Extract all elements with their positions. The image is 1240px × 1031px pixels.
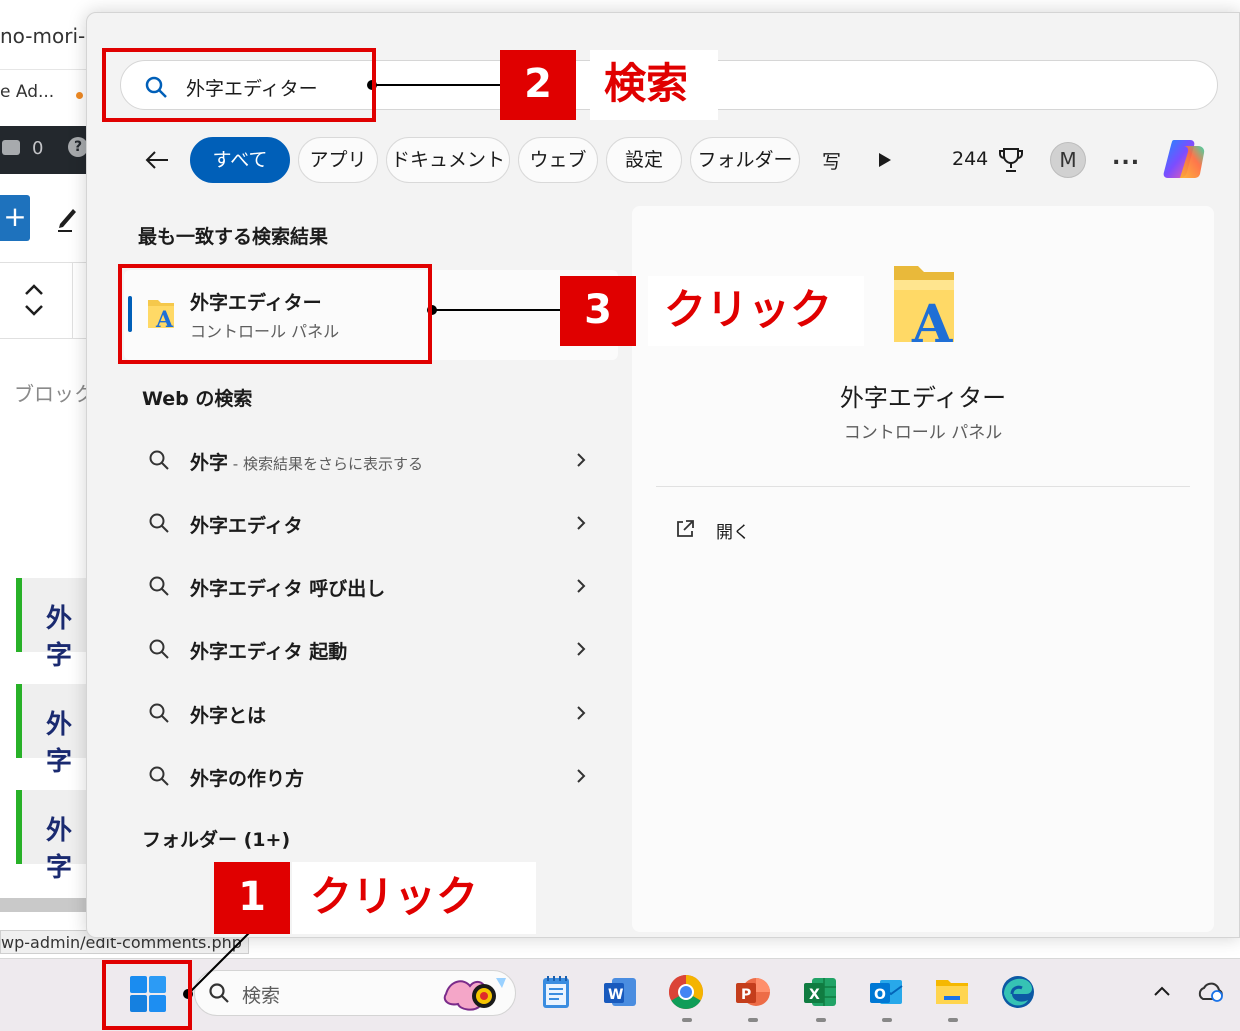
- running-indicator: [948, 1018, 958, 1022]
- add-block-button[interactable]: +: [0, 195, 30, 241]
- comment-count: 0: [32, 138, 44, 159]
- chevron-right-icon: [577, 516, 586, 530]
- web-result-row[interactable]: 外字エディタ: [128, 495, 618, 551]
- play-arrow-icon[interactable]: [876, 150, 894, 170]
- best-match-heading: 最も一致する検索結果: [138, 226, 329, 248]
- annotation-box-best-match: [118, 264, 432, 364]
- running-indicator: [882, 1018, 892, 1022]
- search-icon: [149, 450, 169, 470]
- step-3-label: クリック: [648, 276, 864, 346]
- copilot-icon[interactable]: [1160, 136, 1208, 182]
- onedrive-cloud-icon[interactable]: [1196, 980, 1226, 1004]
- annotation-box-start: [102, 960, 192, 1030]
- svg-text:W: W: [608, 987, 623, 1003]
- bookmark-item[interactable]: e Ad...: [0, 82, 54, 102]
- filter-chip-folders[interactable]: フォルダー: [690, 137, 800, 183]
- toolbar-divider: [0, 338, 86, 339]
- back-arrow-icon[interactable]: [142, 145, 172, 175]
- heading-block[interactable]: 外字: [16, 790, 86, 883]
- folders-heading: フォルダー (1+): [142, 829, 291, 851]
- filter-chip-photos[interactable]: 写: [822, 147, 850, 174]
- filter-chip-all[interactable]: すべて: [190, 137, 290, 183]
- web-result-row[interactable]: 外字エディタ 呼び出し: [128, 558, 618, 614]
- step-1-label: クリック: [292, 862, 536, 934]
- filter-chip-web[interactable]: ウェブ: [518, 137, 598, 183]
- heading-text: 外字: [46, 710, 73, 777]
- outlook-icon[interactable]: O: [866, 972, 906, 1012]
- filter-chip-documents[interactable]: ドキュメント: [386, 137, 510, 183]
- chrome-icon[interactable]: [666, 972, 706, 1012]
- notepad-icon[interactable]: [536, 972, 576, 1012]
- heading-block[interactable]: 外字: [16, 684, 86, 777]
- web-result-text: 外字エディタ 起動: [190, 641, 348, 663]
- bookmark-favicon: [76, 92, 83, 99]
- chevron-right-icon: [577, 453, 586, 467]
- web-result-row[interactable]: 外字 - 検索結果をさらに表示する: [128, 432, 618, 488]
- horizontal-scrollbar[interactable]: [0, 898, 86, 912]
- chevron-right-icon: [577, 579, 586, 593]
- toolbar-divider: [0, 262, 86, 263]
- step-2-label: 検索: [590, 50, 718, 120]
- pencil-icon[interactable]: [56, 202, 80, 232]
- chevron-right-icon: [577, 642, 586, 656]
- running-indicator: [682, 1018, 692, 1022]
- edge-icon[interactable]: [998, 972, 1038, 1012]
- search-icon: [149, 703, 169, 723]
- eudc-editor-large-icon: A: [894, 266, 954, 348]
- web-result-row[interactable]: 外字とは: [128, 685, 618, 741]
- comment-icon[interactable]: [2, 140, 20, 155]
- trophy-icon[interactable]: [998, 146, 1024, 174]
- web-search-heading: Web の検索: [142, 388, 253, 410]
- web-result-text: 外字の作り方: [190, 768, 305, 790]
- preview-app-name: 外字エディター: [839, 384, 1007, 412]
- more-options-button[interactable]: ...: [1112, 145, 1140, 170]
- step-2-badge: 2: [500, 50, 576, 120]
- annotation-box-search: [102, 48, 376, 122]
- web-result-row[interactable]: 外字の作り方: [128, 748, 618, 804]
- excel-icon[interactable]: X: [800, 972, 840, 1012]
- help-icon[interactable]: ?: [68, 137, 88, 157]
- svg-text:P: P: [741, 987, 751, 1003]
- search-icon: [209, 983, 229, 1003]
- svg-text:X: X: [809, 987, 820, 1003]
- heading-text: 外字: [46, 816, 73, 883]
- running-indicator: [816, 1018, 826, 1022]
- running-indicator: [748, 1018, 758, 1022]
- preview-divider: [656, 486, 1190, 487]
- step-3-badge: 3: [560, 276, 636, 346]
- move-up-down-icon[interactable]: [20, 280, 48, 320]
- filter-chip-settings[interactable]: 設定: [606, 137, 682, 183]
- toolbar-separator: [72, 262, 73, 338]
- account-avatar[interactable]: M: [1050, 142, 1086, 178]
- search-highlight-icon: [443, 978, 506, 1011]
- svg-text:A: A: [911, 294, 953, 348]
- svg-text:O: O: [874, 987, 886, 1003]
- powerpoint-icon[interactable]: P: [732, 972, 772, 1012]
- block-placeholder[interactable]: ブロック: [14, 378, 94, 407]
- chevron-right-icon: [577, 769, 586, 783]
- file-explorer-icon[interactable]: [932, 972, 972, 1012]
- web-result-text: 外字とは: [190, 705, 267, 727]
- chevron-right-icon: [577, 706, 586, 720]
- word-icon[interactable]: W: [600, 972, 640, 1012]
- open-action[interactable]: 開く: [716, 518, 750, 543]
- browser-tab-title: no-mori-b: [0, 24, 98, 48]
- rewards-points: 244: [952, 148, 989, 170]
- web-result-row[interactable]: 外字エディタ 起動: [128, 621, 618, 677]
- heading-text: 外字: [46, 604, 73, 671]
- heading-block[interactable]: 外字: [16, 578, 86, 671]
- taskbar-search-placeholder: 検索: [242, 985, 281, 1007]
- search-icon: [149, 766, 169, 786]
- filter-chip-apps[interactable]: アプリ: [298, 137, 378, 183]
- search-icon: [149, 576, 169, 596]
- search-icon: [149, 639, 169, 659]
- step-1-badge: 1: [214, 862, 290, 934]
- web-result-text: 外字 - 検索結果をさらに表示する: [190, 452, 423, 474]
- open-external-icon[interactable]: [674, 518, 696, 540]
- tray-chevron-up-icon[interactable]: [1152, 984, 1172, 998]
- web-result-text: 外字エディタ 呼び出し: [190, 578, 386, 600]
- preview-app-subtitle: コントロール パネル: [843, 423, 1003, 443]
- web-result-text: 外字エディタ: [190, 515, 303, 537]
- search-icon: [149, 513, 169, 533]
